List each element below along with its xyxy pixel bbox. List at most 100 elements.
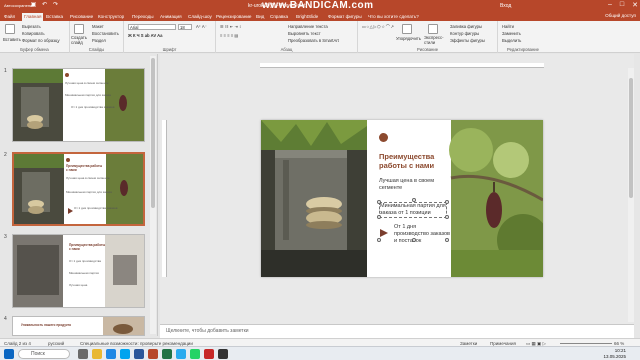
tell-me-search[interactable]: Что вы хотите сделать? <box>368 14 419 19</box>
new-slide-button[interactable]: Создать слайд <box>71 35 91 45</box>
selection-handle[interactable] <box>445 200 449 204</box>
autosave-toggle[interactable]: Автосохранение <box>4 2 35 9</box>
tab-file[interactable]: Файл <box>4 14 15 19</box>
store-icon[interactable] <box>120 349 130 359</box>
slide-item-price[interactable]: Лучшая цена в своем сегменте <box>379 178 445 192</box>
language-indicator[interactable]: русский <box>48 341 64 346</box>
selection-handle[interactable] <box>377 238 381 242</box>
tab-help[interactable]: Справка <box>270 14 288 19</box>
accessibility-status[interactable]: Специальные возможности: проверьте реком… <box>80 341 193 346</box>
scrollbar-thumb[interactable] <box>151 58 155 208</box>
smartart-button[interactable]: Преобразовать в SmartArt <box>288 38 339 43</box>
edge-icon[interactable] <box>106 349 116 359</box>
close-icon[interactable]: ✕ <box>632 1 638 9</box>
selection-handle[interactable] <box>445 238 449 242</box>
sign-in-link[interactable]: Вход <box>500 3 511 9</box>
excel-icon[interactable] <box>162 349 172 359</box>
tab-draw[interactable]: Рисование <box>70 14 93 19</box>
shape-outline-button[interactable]: Контур фигуры <box>450 31 479 36</box>
section-button[interactable]: Раздел <box>92 38 106 43</box>
tab-insert[interactable]: Вставка <box>46 14 63 19</box>
zoom-slider[interactable] <box>560 343 612 344</box>
word-icon[interactable] <box>134 349 144 359</box>
replace-button[interactable]: Заменить <box>502 31 521 36</box>
maximize-icon[interactable]: □ <box>620 1 624 9</box>
task-view-icon[interactable] <box>78 349 88 359</box>
align-text-button[interactable]: Выровнять текст <box>288 31 321 36</box>
cut-button[interactable]: Вырезать <box>22 24 41 29</box>
slide-thumbnail-1[interactable]: Лучшая цена в своем сегменте Минимальная… <box>12 68 145 142</box>
share-button[interactable]: Общий доступ <box>605 13 636 18</box>
whatsapp-icon[interactable] <box>190 349 200 359</box>
slide-item-production[interactable]: От 1 дня производство заказов и поставок <box>394 224 452 245</box>
selection-handle[interactable] <box>412 238 416 242</box>
selection-handle[interactable] <box>412 198 416 202</box>
selection-handle[interactable] <box>377 200 381 204</box>
paste-icon[interactable] <box>5 24 15 34</box>
layout-button[interactable]: Макет <box>92 24 104 29</box>
tab-view[interactable]: Вид <box>256 14 264 19</box>
undo-icon[interactable]: ↶ <box>41 2 48 9</box>
tab-design[interactable]: Конструктор <box>98 14 124 19</box>
find-button[interactable]: Найти <box>502 24 514 29</box>
arrange-button[interactable]: Упорядочить <box>396 36 421 41</box>
zoom-level[interactable]: 66 % <box>614 341 624 346</box>
redo-icon[interactable]: ↷ <box>52 2 59 9</box>
telegram-icon[interactable] <box>176 349 186 359</box>
thumb-line: Минимальная партия для заказа <box>66 190 112 194</box>
slide-counter: Слайд 2 из 4 <box>4 340 31 346</box>
thumbnail-scrollbar[interactable] <box>150 56 156 334</box>
logo-icon <box>66 158 70 162</box>
shapes-gallery[interactable]: ▭ ○ △ ▷ ⬠ ☆ ⌒ ↗ <box>362 24 394 30</box>
tab-shape-format[interactable]: Формат фигуры <box>328 14 362 19</box>
tab-transitions[interactable]: Переходы <box>132 14 154 19</box>
new-slide-icon[interactable] <box>74 24 84 34</box>
slide-thumbnail-2[interactable]: Преимущества работы с нами Лучшая цена в… <box>12 152 145 226</box>
font-name-select[interactable]: Arial <box>128 24 176 30</box>
arrange-icon[interactable] <box>402 24 412 34</box>
minimize-icon[interactable]: – <box>608 1 612 9</box>
notes-pane[interactable]: Щелкните, чтобы добавить заметки <box>160 324 634 338</box>
notes-toggle[interactable]: Заметки <box>460 341 477 346</box>
font-size-select[interactable]: 18 <box>178 24 192 30</box>
current-slide[interactable]: Преимущества работы с нами Лучшая цена в… <box>261 120 543 277</box>
copy-button[interactable]: Копировать <box>22 31 45 36</box>
tab-animation[interactable]: Анимация <box>160 14 182 19</box>
selection-handle[interactable] <box>377 215 381 219</box>
tab-review[interactable]: Рецензирование <box>216 14 251 19</box>
align-icons[interactable]: ≡ ≡ ≡ ≡ ▤ <box>220 33 238 38</box>
shape-fill-button[interactable]: Заливка фигуры <box>450 24 482 29</box>
font-style-icons[interactable]: Ж К Ч S ab AV Aa <box>128 33 163 38</box>
slide-title[interactable]: Преимущества работы с нами <box>379 152 449 170</box>
font-grow-icon[interactable]: A⁺ A⁻ <box>196 24 207 29</box>
select-button[interactable]: Выделить <box>502 38 521 43</box>
quick-styles-button[interactable]: Экспресс-стили <box>424 35 446 45</box>
app-icon[interactable] <box>218 349 228 359</box>
editor-scrollbar[interactable] <box>628 68 634 322</box>
editing-group: Найти Заменить Выделить Редактирование <box>498 21 548 53</box>
file-explorer-icon[interactable] <box>92 349 102 359</box>
format-painter-button[interactable]: Формат по образцу <box>22 38 60 43</box>
list-icons[interactable]: ☰ ☷ ⇤ ⇥ ↕ <box>220 24 241 29</box>
windows-start-icon[interactable] <box>4 349 14 359</box>
slide-thumbnail-4[interactable]: Уникальность нашего продукта <box>12 316 145 336</box>
comments-toggle[interactable]: Примечания <box>490 341 516 346</box>
taskbar-search[interactable]: Поиск <box>18 349 70 359</box>
shape-effects-button[interactable]: Эффекты фигуры <box>450 38 485 43</box>
slide-thumbnail-3[interactable]: Преимущества работы с нами От 1 дня прои… <box>12 234 145 308</box>
slide-item-min-order[interactable]: Минимальная партия для заказа от 1 позиц… <box>379 202 447 218</box>
reset-button[interactable]: Восстановить <box>92 31 119 36</box>
quick-styles-icon[interactable] <box>428 24 438 34</box>
tab-brightslide[interactable]: BrightSlide <box>296 14 318 19</box>
tab-slideshow[interactable]: Слайд-шоу <box>188 14 212 19</box>
bandicam-icon[interactable] <box>204 349 214 359</box>
tab-home[interactable]: Главная <box>22 13 44 21</box>
system-clock[interactable]: 10:21 13.05.2025 <box>603 348 626 359</box>
text-direction-button[interactable]: Направление текста <box>288 24 328 29</box>
clipboard-group-label: Буфер обмена <box>20 47 49 52</box>
paste-button[interactable]: Вставить <box>3 37 21 42</box>
save-icon[interactable]: ▣ <box>30 2 37 9</box>
scrollbar-thumb[interactable] <box>629 78 633 198</box>
powerpoint-icon[interactable] <box>148 349 158 359</box>
selection-handle[interactable] <box>445 215 449 219</box>
